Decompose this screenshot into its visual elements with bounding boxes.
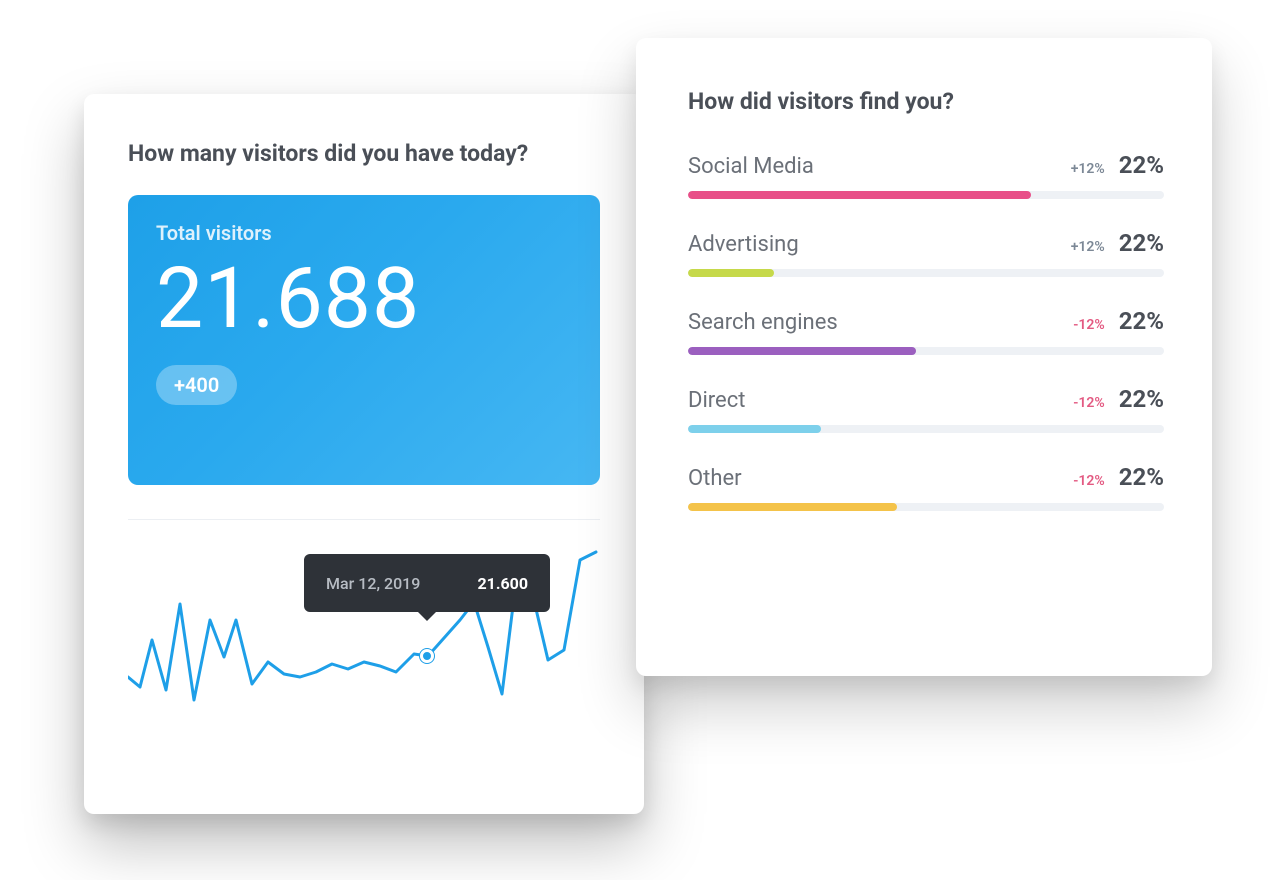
channel-percent: 22% xyxy=(1119,307,1164,335)
channel-name: Search engines xyxy=(688,310,838,335)
divider xyxy=(128,519,600,520)
channel-meta: -12% 22% xyxy=(1073,385,1164,413)
traffic-sources-card: How did visitors find you? Social Media +… xyxy=(636,38,1212,676)
channel-head: Direct -12% 22% xyxy=(688,385,1164,413)
channel-bar-fill xyxy=(688,503,897,511)
channel-head: Advertising +12% 22% xyxy=(688,229,1164,257)
channel-bar-fill xyxy=(688,269,774,277)
sparkline-highlight-point xyxy=(420,649,434,663)
channel-delta: -12% xyxy=(1073,317,1104,333)
sparkline-tooltip: Mar 12, 2019 21.600 xyxy=(304,554,550,612)
channel-percent: 22% xyxy=(1119,463,1164,491)
channel-head: Search engines -12% 22% xyxy=(688,307,1164,335)
channel-delta: -12% xyxy=(1073,473,1104,489)
tooltip-date: Mar 12, 2019 xyxy=(326,574,420,593)
total-visitors-delta-badge: +400 xyxy=(156,365,237,405)
channel-row: Other -12% 22% xyxy=(688,463,1164,511)
channel-bar-track xyxy=(688,191,1164,199)
channel-bar-fill xyxy=(688,191,1031,199)
total-visitors-hero: Total visitors 21.688 +400 xyxy=(128,195,600,485)
channel-name: Direct xyxy=(688,388,745,413)
channel-meta: -12% 22% xyxy=(1073,463,1164,491)
channel-bar-track xyxy=(688,347,1164,355)
channel-bar-fill xyxy=(688,347,916,355)
channels-list: Social Media+12%22%Advertising+12%22%Sea… xyxy=(688,151,1164,511)
channel-bar-track xyxy=(688,425,1164,433)
channel-percent: 22% xyxy=(1119,151,1164,179)
channel-head: Other -12% 22% xyxy=(688,463,1164,491)
channel-delta: -12% xyxy=(1073,395,1104,411)
visitors-today-card: How many visitors did you have today? To… xyxy=(84,94,644,814)
total-visitors-label: Total visitors xyxy=(156,221,572,245)
channel-meta: -12% 22% xyxy=(1073,307,1164,335)
channel-bar-track xyxy=(688,269,1164,277)
channel-bar-fill xyxy=(688,425,821,433)
visitors-sparkline[interactable]: Mar 12, 2019 21.600 xyxy=(128,532,600,762)
channel-head: Social Media +12% 22% xyxy=(688,151,1164,179)
traffic-sources-title: How did visitors find you? xyxy=(688,88,1164,115)
channel-delta: +12% xyxy=(1071,239,1105,255)
total-visitors-value: 21.688 xyxy=(156,255,572,343)
channel-name: Advertising xyxy=(688,232,799,257)
channel-row: Direct -12% 22% xyxy=(688,385,1164,433)
channel-row: Social Media +12% 22% xyxy=(688,151,1164,199)
visitors-today-title: How many visitors did you have today? xyxy=(128,140,600,167)
tooltip-value: 21.600 xyxy=(477,574,528,593)
channel-row: Search engines -12% 22% xyxy=(688,307,1164,355)
channel-name: Social Media xyxy=(688,154,814,179)
channel-name: Other xyxy=(688,466,742,491)
channel-row: Advertising +12% 22% xyxy=(688,229,1164,277)
channel-percent: 22% xyxy=(1119,229,1164,257)
channel-delta: +12% xyxy=(1071,161,1105,177)
channel-meta: +12% 22% xyxy=(1071,151,1164,179)
channel-bar-track xyxy=(688,503,1164,511)
channel-meta: +12% 22% xyxy=(1071,229,1164,257)
channel-percent: 22% xyxy=(1119,385,1164,413)
